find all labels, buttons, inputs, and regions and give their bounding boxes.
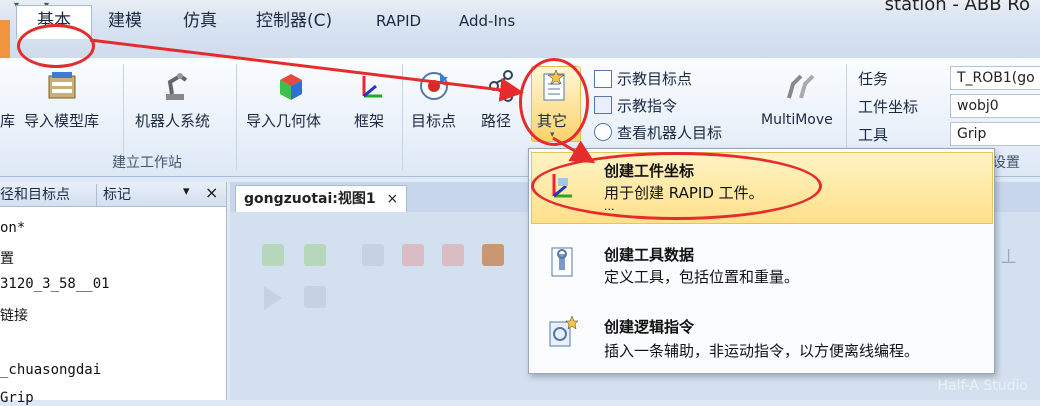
watermark: Half-A Studio	[937, 378, 1028, 394]
annotation-arrows	[89, 38, 596, 164]
